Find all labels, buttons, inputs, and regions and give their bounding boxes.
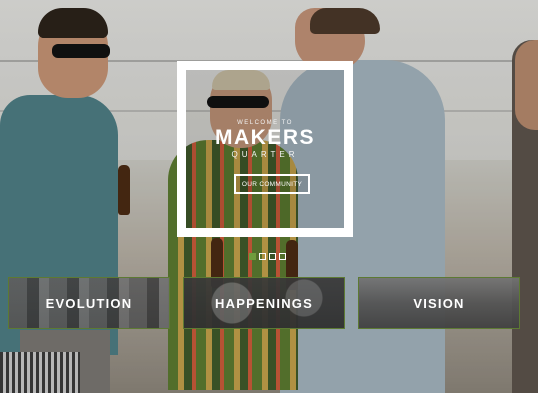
logo-frame-inner: WELCOME TO MAKERS QUARTER OUR COMMUNITY — [186, 70, 344, 228]
slider-dot-1[interactable] — [249, 253, 256, 260]
slider-dots — [249, 253, 286, 260]
makers-quarter-home: WELCOME TO MAKERS QUARTER OUR COMMUNITY … — [0, 0, 538, 400]
slider-dot-4[interactable] — [279, 253, 286, 260]
page-bottom-edge — [0, 393, 538, 400]
tile-happenings-label: HAPPENINGS — [215, 295, 313, 311]
tile-evolution[interactable]: EVOLUTION — [8, 277, 170, 329]
tile-happenings[interactable]: HAPPENINGS — [183, 277, 345, 329]
tile-evolution-label: EVOLUTION — [45, 295, 133, 311]
tile-vision-label: VISION — [413, 295, 465, 311]
slider-dot-3[interactable] — [269, 253, 276, 260]
brand-title: MAKERS — [214, 126, 315, 149]
tile-vision[interactable]: VISION — [358, 277, 520, 329]
our-community-button[interactable]: OUR COMMUNITY — [234, 174, 310, 194]
slider-dot-2[interactable] — [259, 253, 266, 260]
logo-frame: WELCOME TO MAKERS QUARTER OUR COMMUNITY — [177, 61, 353, 237]
brand-subtitle: QUARTER — [231, 150, 299, 159]
